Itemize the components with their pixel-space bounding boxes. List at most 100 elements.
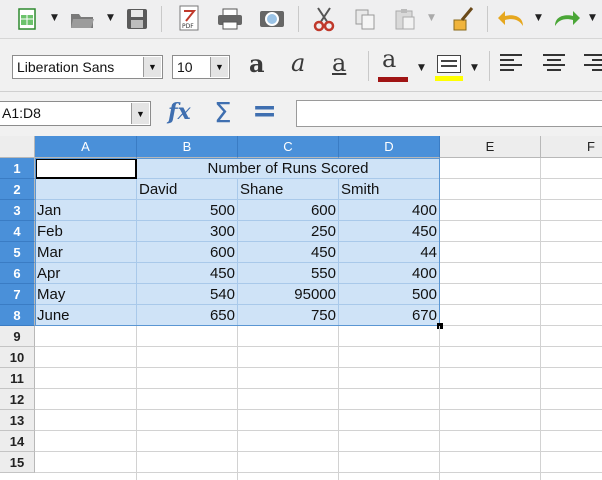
- new-dropdown-icon[interactable]: ▼: [51, 13, 58, 23]
- redo-icon[interactable]: [549, 6, 583, 32]
- chevron-down-icon[interactable]: ▼: [131, 103, 149, 124]
- column-header[interactable]: A: [35, 136, 137, 158]
- column-header[interactable]: F: [541, 136, 602, 158]
- export-pdf-icon[interactable]: PDF: [176, 4, 202, 34]
- empty-cell[interactable]: [541, 263, 602, 284]
- align-center-icon[interactable]: [543, 54, 565, 74]
- font-size-combo[interactable]: 10 ▼: [172, 55, 230, 79]
- empty-cell[interactable]: [440, 200, 541, 221]
- month-cell[interactable]: June: [35, 305, 137, 326]
- empty-cell[interactable]: [541, 200, 602, 221]
- value-cell[interactable]: 600: [238, 200, 339, 221]
- row-header[interactable]: 8: [0, 305, 35, 326]
- cell-f2[interactable]: [541, 179, 602, 200]
- month-cell[interactable]: Apr: [35, 263, 137, 284]
- row-header[interactable]: 4: [0, 221, 35, 242]
- month-cell[interactable]: May: [35, 284, 137, 305]
- empty-cell[interactable]: [440, 284, 541, 305]
- month-cell[interactable]: Mar: [35, 242, 137, 263]
- row-header[interactable]: 7: [0, 284, 35, 305]
- empty-cell[interactable]: [440, 263, 541, 284]
- paste-icon[interactable]: [391, 6, 419, 32]
- sum-icon[interactable]: Σ: [214, 96, 232, 129]
- align-left-icon[interactable]: [500, 54, 522, 74]
- value-cell[interactable]: 250: [238, 221, 339, 242]
- value-cell[interactable]: 650: [137, 305, 238, 326]
- undo-icon[interactable]: [495, 6, 529, 32]
- sheet-title-cell[interactable]: Number of Runs Scored: [137, 158, 440, 179]
- value-cell[interactable]: 400: [339, 200, 440, 221]
- save-icon[interactable]: [124, 6, 150, 32]
- empty-cell[interactable]: [541, 221, 602, 242]
- header-cell[interactable]: Shane: [238, 179, 339, 200]
- header-cell[interactable]: Smith: [339, 179, 440, 200]
- row-header[interactable]: 6: [0, 263, 35, 284]
- undo-dropdown-icon[interactable]: ▼: [535, 13, 542, 23]
- row-header[interactable]: 9: [0, 326, 35, 347]
- row-header[interactable]: 15: [0, 452, 35, 473]
- value-cell[interactable]: 300: [137, 221, 238, 242]
- value-cell[interactable]: 750: [238, 305, 339, 326]
- empty-cell[interactable]: [440, 242, 541, 263]
- row-header[interactable]: 12: [0, 389, 35, 410]
- chevron-down-icon[interactable]: ▼: [210, 57, 228, 77]
- month-cell[interactable]: Feb: [35, 221, 137, 242]
- row-header[interactable]: 14: [0, 431, 35, 452]
- column-header[interactable]: C: [238, 136, 339, 158]
- column-header[interactable]: B: [137, 136, 238, 158]
- empty-cell[interactable]: [541, 284, 602, 305]
- value-cell[interactable]: 400: [339, 263, 440, 284]
- function-icon[interactable]: =: [252, 94, 277, 129]
- value-cell[interactable]: 95000: [238, 284, 339, 305]
- empty-cell[interactable]: [541, 242, 602, 263]
- row-header[interactable]: 1: [0, 158, 35, 179]
- name-box[interactable]: A1:D8 ▼: [0, 101, 151, 126]
- value-cell[interactable]: 450: [238, 242, 339, 263]
- row-header[interactable]: 13: [0, 410, 35, 431]
- row-header[interactable]: 11: [0, 368, 35, 389]
- clone-formatting-icon[interactable]: [448, 5, 478, 33]
- new-spreadsheet-icon[interactable]: [14, 6, 40, 32]
- value-cell[interactable]: 670: [339, 305, 440, 326]
- font-color-dropdown-icon[interactable]: ▼: [418, 63, 425, 73]
- value-cell[interactable]: 540: [137, 284, 238, 305]
- bold-icon[interactable]: a: [249, 49, 265, 78]
- paste-dropdown-icon[interactable]: ▼: [428, 13, 435, 23]
- column-header[interactable]: E: [440, 136, 541, 158]
- value-cell[interactable]: 600: [137, 242, 238, 263]
- month-cell[interactable]: Jan: [35, 200, 137, 221]
- empty-cell[interactable]: [440, 221, 541, 242]
- value-cell[interactable]: 500: [339, 284, 440, 305]
- align-right-icon[interactable]: [584, 54, 602, 74]
- value-cell[interactable]: 44: [339, 242, 440, 263]
- row-header[interactable]: 5: [0, 242, 35, 263]
- highlight-dropdown-icon[interactable]: ▼: [471, 63, 478, 73]
- open-icon[interactable]: [68, 6, 96, 32]
- underline-icon[interactable]: a: [332, 49, 346, 77]
- value-cell[interactable]: 550: [238, 263, 339, 284]
- cell-a2[interactable]: [35, 179, 137, 200]
- formula-input[interactable]: [296, 100, 602, 127]
- empty-cell[interactable]: [541, 305, 602, 326]
- empty-cell[interactable]: [440, 305, 541, 326]
- cell-a1[interactable]: [35, 158, 137, 179]
- font-name-combo[interactable]: Liberation Sans ▼: [12, 55, 163, 79]
- open-dropdown-icon[interactable]: ▼: [107, 13, 114, 23]
- font-color-icon[interactable]: a: [382, 45, 396, 73]
- redo-dropdown-icon[interactable]: ▼: [589, 13, 596, 23]
- row-header[interactable]: 10: [0, 347, 35, 368]
- value-cell[interactable]: 450: [137, 263, 238, 284]
- print-icon[interactable]: [215, 6, 245, 32]
- cell-e1[interactable]: [440, 158, 541, 179]
- spreadsheet-grid[interactable]: A B C D E F 1 2 3 4 5 6 7 8 9 10 11 12 1…: [0, 136, 602, 480]
- function-wizard-icon[interactable]: fx: [168, 99, 191, 125]
- empty-rows[interactable]: [35, 326, 602, 473]
- copy-icon[interactable]: [351, 6, 379, 32]
- chevron-down-icon[interactable]: ▼: [143, 57, 161, 77]
- row-header[interactable]: 3: [0, 200, 35, 221]
- highlight-icon[interactable]: [435, 52, 463, 82]
- select-all-corner[interactable]: [0, 136, 35, 158]
- print-preview-icon[interactable]: [257, 6, 287, 32]
- cell-f1[interactable]: [541, 158, 602, 179]
- column-header[interactable]: D: [339, 136, 440, 158]
